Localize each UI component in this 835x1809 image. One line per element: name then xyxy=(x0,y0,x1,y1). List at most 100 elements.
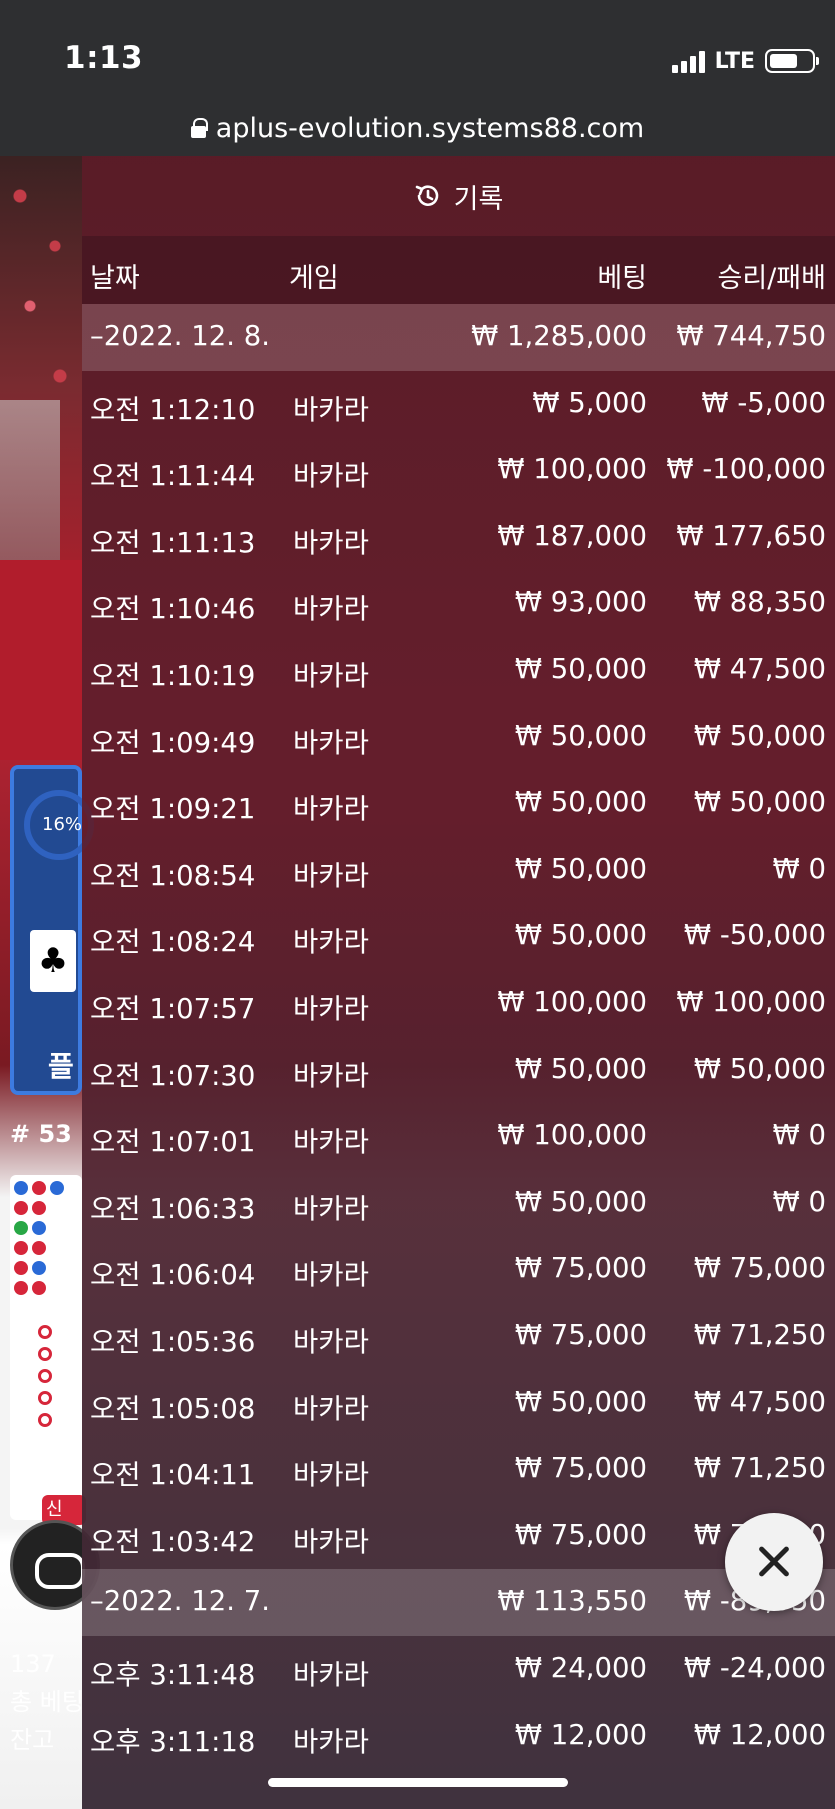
row-result: ₩ 744,750 xyxy=(676,320,826,352)
row-game: 바카라 xyxy=(293,1126,369,1159)
row-game: 바카라 xyxy=(293,926,369,959)
row-game: 바카라 xyxy=(293,660,369,692)
row-result: ₩ 0 xyxy=(772,852,826,885)
row-result: ₩ 75,000 xyxy=(693,1252,826,1285)
signal-icon xyxy=(671,49,705,73)
row-bet: ₩ 50,000 xyxy=(514,719,647,752)
col-result: 승리/패배 xyxy=(717,263,826,294)
history-row[interactable]: 오전 1:08:24 바카라 ₩ 50,000 ₩ -50,000 xyxy=(82,903,835,970)
history-row[interactable]: 오후 3:11:48 바카라 ₩ 24,000 ₩ -24,000 xyxy=(82,1636,835,1703)
history-row[interactable]: 오전 1:08:54 바카라 ₩ 50,000 ₩ 0 xyxy=(82,837,835,904)
row-result: ₩ 0 xyxy=(772,1185,826,1218)
history-row[interactable]: 오전 1:09:49 바카라 ₩ 50,000 ₩ 50,000 xyxy=(82,704,835,771)
url-bar[interactable]: aplus-evolution.systems88.com xyxy=(0,100,835,156)
status-bar: 1:13 LTE xyxy=(0,0,835,100)
row-date: 오전 1:10:46 xyxy=(90,593,256,626)
row-bet: ₩ 75,000 xyxy=(514,1452,647,1485)
row-game: 바카라 xyxy=(293,460,369,493)
row-date: 오전 1:05:36 xyxy=(90,1326,256,1358)
row-date: –2022. 12. 7. xyxy=(90,1585,270,1618)
col-bet: 베팅 xyxy=(597,263,647,294)
home-indicator xyxy=(268,1778,568,1787)
row-bet: ₩ 12,000 xyxy=(514,1718,647,1751)
bet-spot-label: 플 xyxy=(48,1050,74,1083)
row-game: 바카라 xyxy=(293,1459,369,1492)
row-date: 오전 1:06:33 xyxy=(90,1192,256,1225)
history-row[interactable]: 오후 3:11:18 바카라 ₩ 12,000 ₩ 12,000 xyxy=(82,1703,835,1770)
history-row[interactable]: 오전 1:05:08 바카라 ₩ 50,000 ₩ 47,500 xyxy=(82,1370,835,1437)
row-game: 바카라 xyxy=(293,1392,369,1425)
row-date: 오전 1:07:30 xyxy=(90,1059,256,1092)
row-game: 바카라 xyxy=(293,726,369,759)
row-date: 오전 1:08:24 xyxy=(90,926,256,959)
history-header: 기록 xyxy=(82,156,835,236)
close-button[interactable] xyxy=(725,1513,823,1611)
row-game: 바카라 xyxy=(293,593,369,626)
percent-text: 16% xyxy=(42,814,83,835)
row-date: 오후 3:11:48 xyxy=(90,1659,256,1691)
row-bet: ₩ 113,550 xyxy=(497,1585,647,1618)
row-bet: ₩ 93,000 xyxy=(514,586,647,619)
history-row[interactable]: 오전 1:09:21 바카라 ₩ 50,000 ₩ 50,000 xyxy=(82,770,835,837)
shoe-number: # 53 xyxy=(10,1120,72,1148)
history-date-group[interactable]: –2022. 12. 8. ₩ 1,285,000 ₩ 744,750 xyxy=(82,304,835,371)
row-result: ₩ 47,500 xyxy=(693,1385,826,1418)
row-result: ₩ 88,350 xyxy=(693,586,826,619)
row-bet: ₩ 50,000 xyxy=(514,919,647,952)
history-row[interactable]: 오전 1:12:10 바카라 ₩ 5,000 ₩ -5,000 xyxy=(82,371,835,438)
history-row[interactable]: 오전 1:04:11 바카라 ₩ 75,000 ₩ 71,250 xyxy=(82,1436,835,1503)
history-row[interactable]: 오전 1:10:19 바카라 ₩ 50,000 ₩ 47,500 xyxy=(82,637,835,704)
row-result: ₩ 100,000 xyxy=(676,986,826,1018)
row-game: 바카라 xyxy=(293,1326,369,1358)
row-result: ₩ 12,000 xyxy=(693,1718,826,1751)
row-result: ₩ -5,000 xyxy=(701,386,826,419)
row-game: 바카라 xyxy=(293,993,369,1025)
row-bet: ₩ 50,000 xyxy=(514,1052,647,1085)
row-bet: ₩ 50,000 xyxy=(514,786,647,819)
row-date: 오전 1:11:44 xyxy=(90,460,256,493)
row-date: 오전 1:07:57 xyxy=(90,993,256,1025)
row-bet: ₩ 50,000 xyxy=(514,1385,647,1418)
col-game: 게임 xyxy=(289,263,339,294)
row-date: 오전 1:07:01 xyxy=(90,1126,256,1159)
history-row[interactable]: 오전 1:07:57 바카라 ₩ 100,000 ₩ 100,000 xyxy=(82,970,835,1037)
url-text: aplus-evolution.systems88.com xyxy=(215,112,645,144)
row-date: 오전 1:10:19 xyxy=(90,660,256,692)
total-bet-label: 총 베팅 xyxy=(10,1688,84,1716)
row-date: 오전 1:04:11 xyxy=(90,1459,256,1492)
history-icon xyxy=(414,182,442,210)
row-game: 바카라 xyxy=(293,1725,369,1758)
history-row[interactable]: 오전 1:05:36 바카라 ₩ 75,000 ₩ 71,250 xyxy=(82,1303,835,1370)
history-row[interactable]: 오전 1:07:01 바카라 ₩ 100,000 ₩ 0 xyxy=(82,1103,835,1170)
row-date: 오전 1:05:08 xyxy=(90,1392,256,1425)
history-title: 기록 xyxy=(453,183,504,215)
history-row[interactable]: 오전 1:11:44 바카라 ₩ 100,000 ₩ -100,000 xyxy=(82,437,835,504)
row-bet: ₩ 50,000 xyxy=(514,1185,647,1218)
row-bet: ₩ 100,000 xyxy=(497,986,647,1018)
history-row[interactable]: 오전 1:03:42바카라₩ 75,000₩ 71,250 xyxy=(82,1503,835,1570)
row-date: 오전 1:11:13 xyxy=(90,526,256,559)
row-date: 오전 1:09:49 xyxy=(90,726,256,759)
row-result: ₩ 50,000 xyxy=(693,1052,826,1085)
history-row[interactable]: 오전 1:06:04 바카라 ₩ 75,000 ₩ 75,000 xyxy=(82,1236,835,1303)
balance-info: 137 총 베팅 잔고 xyxy=(10,1645,84,1759)
history-row[interactable]: 오전 1:10:46 바카라 ₩ 93,000 ₩ 88,350 xyxy=(82,570,835,637)
row-bet: ₩ 5,000 xyxy=(532,386,647,419)
row-game: 바카라 xyxy=(293,793,369,826)
history-column-headers: 날짜 게임 베팅 승리/패배 xyxy=(82,236,835,304)
row-bet: ₩ 75,000 xyxy=(514,1518,647,1551)
row-date: 오전 1:03:42 xyxy=(90,1525,256,1558)
row-bet: ₩ 24,000 xyxy=(514,1652,647,1684)
history-row[interactable]: 오전 1:11:13 바카라 ₩ 187,000 ₩ 177,650 xyxy=(82,504,835,571)
row-date: 오후 3:11:18 xyxy=(90,1725,256,1758)
row-result: ₩ -100,000 xyxy=(666,453,826,486)
history-panel: 기록 날짜 게임 베팅 승리/패배 –2022. 12. 8. ₩ 1,285,0… xyxy=(82,156,835,1809)
club-card-icon: ♣ xyxy=(30,930,76,992)
history-date-group[interactable]: –2022. 12. 7.₩ 113,550₩ -89,550 xyxy=(82,1569,835,1636)
row-bet: ₩ 187,000 xyxy=(497,519,647,552)
status-time: 1:13 xyxy=(64,40,144,76)
history-row[interactable]: 오전 1:06:33 바카라 ₩ 50,000 ₩ 0 xyxy=(82,1170,835,1237)
card-shoe xyxy=(0,400,60,560)
history-row[interactable]: 오전 1:07:30 바카라 ₩ 50,000 ₩ 50,000 xyxy=(82,1037,835,1104)
row-game: 바카라 xyxy=(293,1259,369,1292)
